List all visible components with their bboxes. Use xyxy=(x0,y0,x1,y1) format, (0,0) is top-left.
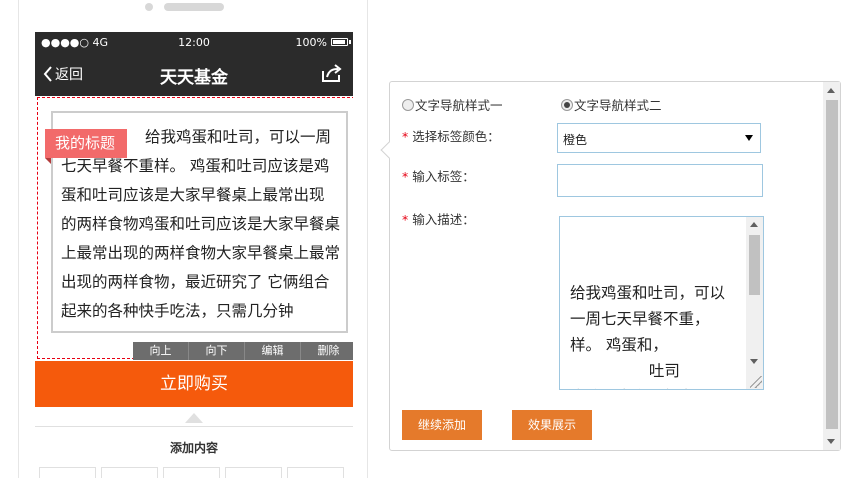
add-tile[interactable] xyxy=(287,467,344,478)
resize-grip-icon[interactable] xyxy=(750,376,762,388)
nav-bar: 返回 天天基金 xyxy=(35,52,353,96)
battery-percent: 100% xyxy=(295,36,327,49)
description-text: 给我鸡蛋和吐司，可以一周七天早餐不重，样。 鸡蛋和， 吐司 应该是大家早餐桌上 xyxy=(570,284,726,389)
color-label-text: 选择标签颜色： xyxy=(412,129,500,144)
move-down-button[interactable]: 向下 xyxy=(189,342,245,360)
add-tile[interactable] xyxy=(39,467,96,478)
buy-now-button[interactable]: 立即购买 xyxy=(35,361,353,407)
move-up-button[interactable]: 向上 xyxy=(133,342,189,360)
radio-style-two-label: 文字导航样式二 xyxy=(574,98,662,113)
camera-dot xyxy=(145,3,153,11)
scroll-up-icon[interactable] xyxy=(827,88,835,93)
color-select[interactable]: 橙色 xyxy=(557,123,761,153)
add-content-tiles xyxy=(39,467,344,478)
tag-input[interactable] xyxy=(557,164,763,197)
panel-scrollbar[interactable] xyxy=(823,82,840,450)
radio-style-one-label: 文字导航样式一 xyxy=(415,98,503,113)
scroll-thumb[interactable] xyxy=(749,235,760,295)
editor-panel: 文字导航样式一 文字导航样式二 * 选择标签颜色： 橙色 * 输入标签： * 输入描述… xyxy=(380,81,841,451)
continue-add-button[interactable]: 继续添加 xyxy=(402,410,482,440)
battery-cap xyxy=(349,40,351,44)
color-label: * 选择标签颜色： xyxy=(402,129,500,144)
desc-label-text: 输入描述： xyxy=(412,212,475,227)
scroll-down-icon[interactable] xyxy=(827,439,835,444)
selected-module[interactable]: 给我鸡蛋和吐司，可以一周七天早餐不重样。 鸡蛋和吐司应该是鸡蛋和吐司应该是大家早… xyxy=(37,97,353,360)
radio-button-checked[interactable] xyxy=(561,98,573,111)
add-tile[interactable] xyxy=(101,467,158,478)
scroll-thumb[interactable] xyxy=(826,100,838,429)
scroll-down-icon[interactable] xyxy=(750,359,758,364)
dropdown-arrow-icon xyxy=(745,135,753,141)
color-select-value: 橙色 xyxy=(563,133,588,147)
status-bar: ●●●●○ 4G 12:00 100% xyxy=(35,32,353,52)
tag-label-text: 输入标签： xyxy=(412,169,475,184)
tag-label: * 输入标签： xyxy=(402,169,475,184)
add-tile[interactable] xyxy=(163,467,220,478)
description-textarea[interactable]: 给我鸡蛋和吐司，可以一周七天早餐不重，样。 鸡蛋和， 吐司 应该是大家早餐桌上 xyxy=(559,216,764,390)
battery-icon xyxy=(331,38,348,46)
share-icon[interactable] xyxy=(321,63,343,87)
radio-button[interactable] xyxy=(402,98,414,111)
preview-button[interactable]: 效果展示 xyxy=(512,410,592,440)
add-content-section: 添加内容 xyxy=(35,426,353,478)
textarea-scrollbar[interactable] xyxy=(746,217,763,389)
add-tile[interactable] xyxy=(225,467,282,478)
phone-frame: ●●●●○ 4G 12:00 100% 返回 天天基金 给我鸡蛋和吐司，可以一周… xyxy=(18,0,368,478)
radio-style-two[interactable]: 文字导航样式二 xyxy=(561,95,662,114)
module-operations: 向上 向下 编辑 删除 xyxy=(133,342,353,360)
radio-style-one[interactable]: 文字导航样式一 xyxy=(402,95,503,114)
phone-screen: ●●●●○ 4G 12:00 100% 返回 天天基金 给我鸡蛋和吐司，可以一周… xyxy=(35,32,353,478)
panel-pointer xyxy=(380,141,398,159)
desc-label: * 输入描述： xyxy=(402,212,475,227)
edit-button[interactable]: 编辑 xyxy=(245,342,301,360)
scroll-up-icon[interactable] xyxy=(750,222,758,227)
caret-up-icon xyxy=(185,413,203,423)
speaker-bar xyxy=(164,3,224,11)
delete-button[interactable]: 删除 xyxy=(301,342,353,360)
title-tag: 我的标题 xyxy=(45,129,128,164)
add-content-title: 添加内容 xyxy=(169,441,218,455)
page-title: 天天基金 xyxy=(160,68,228,88)
